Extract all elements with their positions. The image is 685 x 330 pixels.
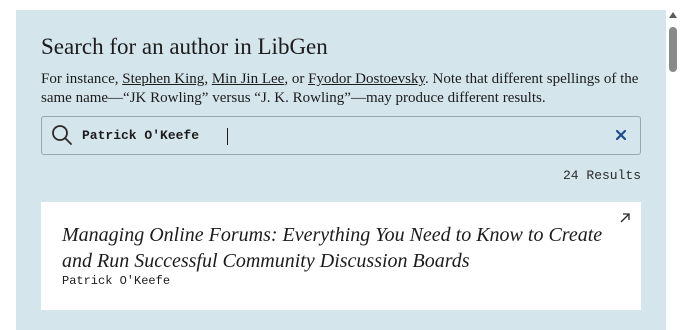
instructions-separator: , or xyxy=(284,71,309,87)
text-caret xyxy=(227,128,228,145)
external-link-icon[interactable] xyxy=(619,211,631,223)
vertical-scrollbar[interactable] xyxy=(667,10,679,319)
scrollbar-thumb[interactable] xyxy=(669,27,677,72)
example-link-stephen-king[interactable]: Stephen King xyxy=(122,71,204,87)
author-search-input[interactable] xyxy=(82,125,602,145)
search-instructions: For instance, Stephen King, Min Jin Lee,… xyxy=(41,70,643,108)
close-icon[interactable] xyxy=(614,128,628,142)
results-count: 24 Results xyxy=(562,168,641,183)
scroll-up-arrow-icon[interactable] xyxy=(669,12,677,18)
example-link-fyodor-dostoevsky[interactable]: Fyodor Dostoevsky xyxy=(308,71,425,87)
result-author: Patrick O'Keefe xyxy=(62,274,171,288)
instructions-prefix: For instance, xyxy=(41,71,123,87)
search-icon xyxy=(50,123,74,147)
result-title[interactable]: Managing Online Forums: Everything You N… xyxy=(62,222,617,274)
author-search-box[interactable] xyxy=(41,116,641,155)
search-panel: Search for an author in LibGen For insta… xyxy=(16,10,666,330)
result-card[interactable]: Managing Online Forums: Everything You N… xyxy=(41,202,641,310)
instructions-separator: , xyxy=(204,71,212,87)
example-link-min-jin-lee[interactable]: Min Jin Lee xyxy=(212,71,285,87)
page-title: Search for an author in LibGen xyxy=(41,34,328,59)
